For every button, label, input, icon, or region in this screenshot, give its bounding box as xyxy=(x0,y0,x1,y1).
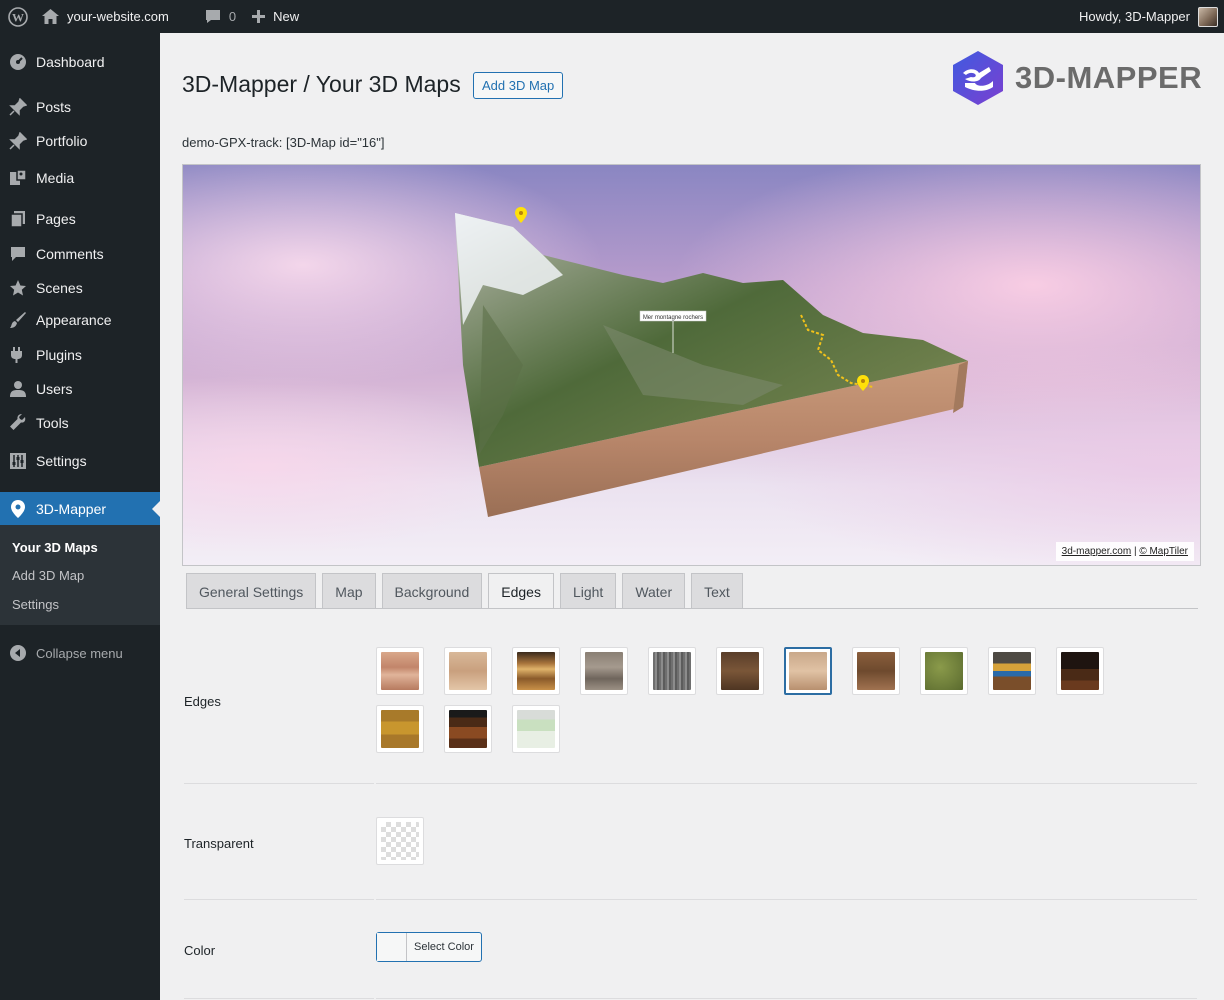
row-divider xyxy=(184,783,374,784)
settings-tabs: General Settings Map Background Edges Li… xyxy=(186,573,749,609)
sidebar-item-media[interactable]: Media xyxy=(0,161,160,195)
tab-text[interactable]: Text xyxy=(691,573,743,608)
user-icon xyxy=(10,381,26,397)
sidebar-item-settings[interactable]: Settings xyxy=(0,444,160,478)
color-label: Color xyxy=(184,943,216,958)
settings-icon xyxy=(10,453,26,469)
edge-texture-swatch[interactable] xyxy=(376,705,424,753)
sidebar-item-comments[interactable]: Comments xyxy=(0,237,160,271)
tab-water[interactable]: Water xyxy=(622,573,686,608)
tabs-divider xyxy=(186,608,1198,609)
pin-icon xyxy=(9,132,27,150)
comment-icon xyxy=(11,247,25,261)
site-name-link[interactable]: your-website.com xyxy=(36,0,177,33)
edge-texture-swatch[interactable] xyxy=(920,647,968,695)
row-divider xyxy=(184,998,374,999)
brush-icon xyxy=(10,312,26,328)
admin-sidebar: Dashboard Posts Portfolio Media Pages Co… xyxy=(0,33,160,1000)
sidebar-item-appearance[interactable]: Appearance xyxy=(0,303,160,337)
edge-texture-swatch[interactable] xyxy=(716,647,764,695)
attribution-tiles-link[interactable]: © MapTiler xyxy=(1139,546,1188,557)
color-preview-chip xyxy=(377,933,407,961)
collapse-icon xyxy=(10,645,26,661)
new-label: New xyxy=(273,9,300,24)
sidebar-item-dashboard[interactable]: Dashboard xyxy=(0,45,160,79)
3d-mapper-submenu: Your 3D Maps Add 3D Map Settings xyxy=(0,525,160,625)
pages-icon xyxy=(10,211,25,228)
greeting: Howdy, 3D-Mapper xyxy=(1078,9,1190,24)
sidebar-item-pages[interactable]: Pages xyxy=(0,202,160,236)
sidebar-item-scenes[interactable]: Scenes xyxy=(0,271,160,305)
svg-text:W: W xyxy=(12,10,24,24)
edge-texture-swatch[interactable] xyxy=(1056,647,1104,695)
row-divider xyxy=(376,998,1197,999)
3d-mapper-logo-icon xyxy=(953,51,1003,105)
page-title: 3D-Mapper / Your 3D Maps xyxy=(182,71,461,97)
attribution-site-link[interactable]: 3d-mapper.com xyxy=(1062,546,1131,557)
account-menu[interactable]: Howdy, 3D-Mapper xyxy=(1071,0,1224,33)
edge-texture-swatch[interactable] xyxy=(512,647,560,695)
edge-texture-swatch[interactable] xyxy=(784,647,832,695)
edge-texture-swatch[interactable] xyxy=(648,647,696,695)
edge-texture-swatch[interactable] xyxy=(512,705,560,753)
edge-texture-swatch[interactable] xyxy=(444,705,492,753)
dashboard-icon xyxy=(10,54,26,70)
select-color-button[interactable]: Select Color xyxy=(376,932,482,962)
star-icon xyxy=(10,280,26,296)
home-icon xyxy=(42,9,59,24)
tab-map[interactable]: Map xyxy=(322,573,376,608)
edges-label: Edges xyxy=(184,694,221,709)
transparent-label: Transparent xyxy=(184,836,254,851)
admin-bar: W your-website.com 0 New Howdy, 3D-Mappe… xyxy=(0,0,1224,33)
logo-wordmark: 3D-MAPPER xyxy=(1015,60,1203,95)
tab-background[interactable]: Background xyxy=(381,573,483,608)
edge-texture-swatch[interactable] xyxy=(852,647,900,695)
sidebar-item-tools[interactable]: Tools xyxy=(0,406,160,440)
edge-texture-swatch[interactable] xyxy=(988,647,1036,695)
avatar xyxy=(1198,6,1218,27)
edge-texture-swatch[interactable] xyxy=(376,647,424,695)
map-label: Mer montagne rochers xyxy=(643,315,703,321)
plug-icon xyxy=(11,347,22,363)
wordpress-logo-icon[interactable]: W xyxy=(0,0,36,33)
plus-icon xyxy=(252,10,266,23)
add-3d-map-button[interactable]: Add 3D Map xyxy=(473,72,564,99)
new-content-link[interactable]: New xyxy=(244,0,307,33)
sidebar-item-posts[interactable]: Posts xyxy=(0,90,160,124)
map-shortcode: demo-GPX-track: [3D-Map id="16"] xyxy=(182,135,385,150)
comments-count: 0 xyxy=(228,9,237,24)
tab-light[interactable]: Light xyxy=(559,573,617,608)
sidebar-item-3d-mapper[interactable]: 3D-Mapper xyxy=(0,492,160,526)
media-icon xyxy=(10,169,27,185)
pin-icon xyxy=(9,98,27,116)
edge-texture-swatch[interactable] xyxy=(444,647,492,695)
site-name: your-website.com xyxy=(67,9,169,24)
submenu-add-3d-map[interactable]: Add 3D Map xyxy=(12,568,84,583)
edge-texture-swatch[interactable] xyxy=(580,647,628,695)
sidebar-item-plugins[interactable]: Plugins xyxy=(0,338,160,372)
sidebar-item-portfolio[interactable]: Portfolio xyxy=(0,124,160,158)
3d-map-preview[interactable]: Mer montagne rochers 3d-mapper.com | © M… xyxy=(182,164,1201,566)
wrench-icon xyxy=(10,414,26,430)
collapse-menu-button[interactable]: Collapse menu xyxy=(0,636,160,670)
row-divider xyxy=(184,899,374,900)
main-content: 3D-Mapper / Your 3D Maps Add 3D Map 3D-M… xyxy=(160,33,1224,1000)
submenu-settings[interactable]: Settings xyxy=(12,597,59,612)
location-icon xyxy=(11,500,25,518)
comments-link[interactable]: 0 xyxy=(197,0,244,33)
sidebar-item-users[interactable]: Users xyxy=(0,372,160,406)
transparent-swatch[interactable] xyxy=(376,817,424,865)
tab-edges[interactable]: Edges xyxy=(488,573,554,609)
3d-mapper-logo: 3D-MAPPER xyxy=(953,51,1202,105)
submenu-your-3d-maps[interactable]: Your 3D Maps xyxy=(12,540,98,555)
select-color-label: Select Color xyxy=(414,941,474,953)
row-divider xyxy=(376,899,1197,900)
row-divider xyxy=(376,783,1197,784)
tab-general-settings[interactable]: General Settings xyxy=(186,573,317,608)
map-attribution: 3d-mapper.com | © MapTiler xyxy=(1055,542,1194,561)
map-marker-icon[interactable] xyxy=(515,207,527,223)
comment-icon xyxy=(205,10,220,23)
